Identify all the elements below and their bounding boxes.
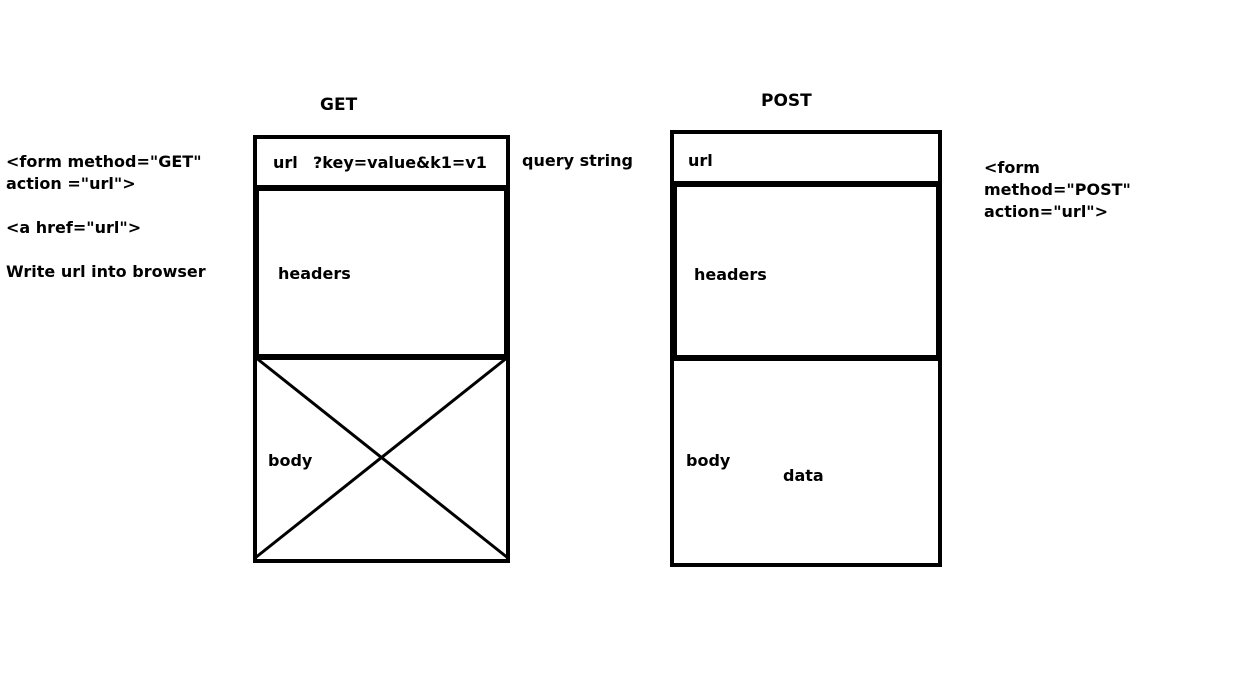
- get-anchor-note: <a href="url">: [6, 218, 142, 237]
- post-url-label: url: [688, 151, 713, 170]
- post-request-box: [670, 130, 942, 567]
- get-outer-border: [253, 135, 510, 563]
- post-title: POST: [761, 91, 812, 111]
- get-browser-note: Write url into browser: [6, 262, 206, 281]
- get-request-box: [253, 135, 510, 563]
- diagram-canvas: [253, 130, 942, 567]
- post-form-note-line3: action="url">: [984, 202, 1109, 221]
- get-body-label: body: [268, 451, 313, 470]
- query-string-label: query string: [522, 151, 633, 170]
- get-query-label: ?key=value&k1=v1: [313, 153, 487, 172]
- post-form-note-line2: method="POST": [984, 180, 1131, 199]
- post-data-label: data: [783, 466, 824, 485]
- post-body-label: body: [686, 451, 731, 470]
- get-form-note-line2: action ="url">: [6, 174, 136, 193]
- post-form-note-line1: <form: [984, 158, 1040, 177]
- post-headers-label: headers: [694, 265, 767, 284]
- get-form-note-line1: <form method="GET": [6, 152, 202, 171]
- post-outer-border: [670, 130, 942, 567]
- get-title: GET: [320, 95, 358, 115]
- get-url-label: url: [273, 153, 298, 172]
- get-headers-label: headers: [278, 264, 351, 283]
